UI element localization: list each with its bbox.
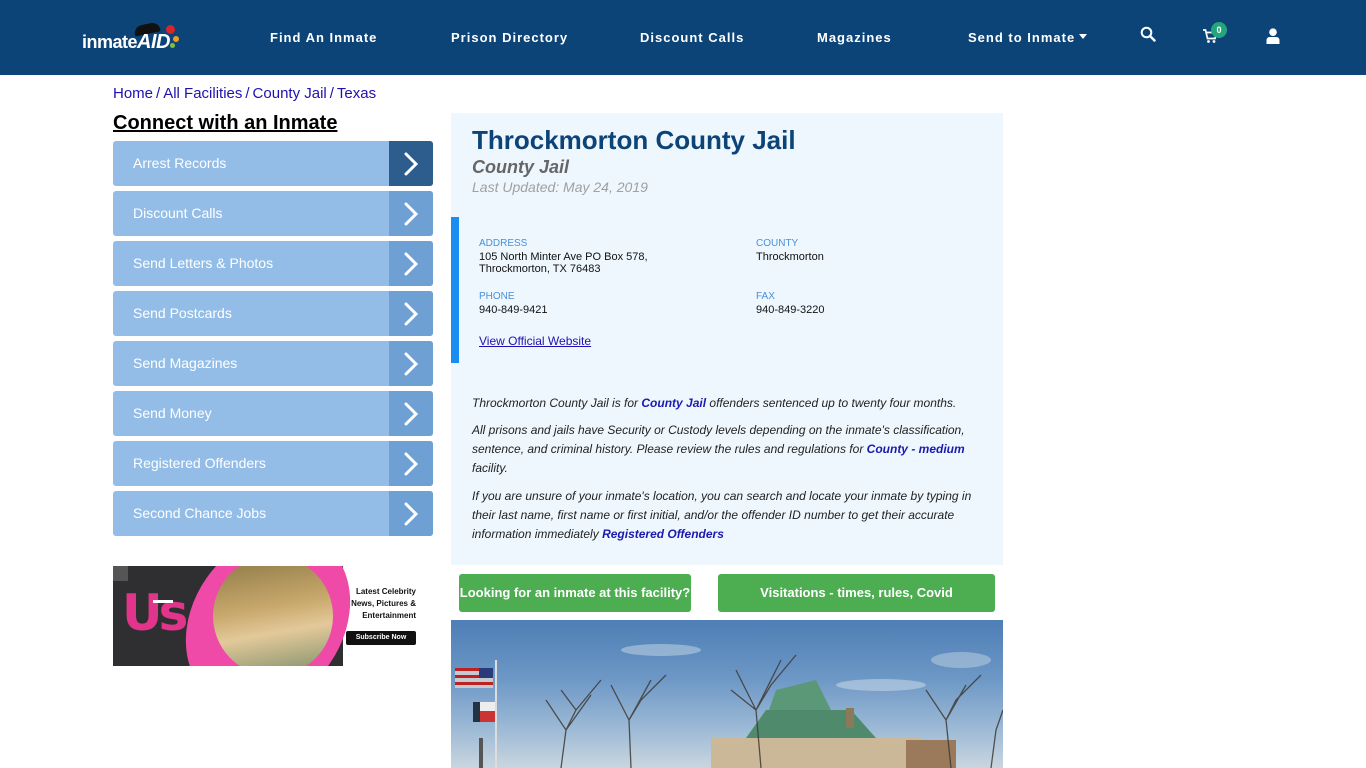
description-paragraph-1: Throckmorton County Jail is for County J…: [472, 394, 982, 413]
breadcrumb-separator: /: [329, 85, 334, 102]
breadcrumb-texas[interactable]: Texas: [337, 85, 376, 102]
ad-line: Entertainment: [362, 611, 416, 620]
logo-leaf-icon: [170, 43, 175, 48]
sidebar-item-send-magazines[interactable]: Send Magazines: [113, 341, 433, 386]
text: offenders sentenced up to twenty four mo…: [706, 396, 957, 410]
breadcrumb-separator: /: [156, 85, 161, 102]
nav-magazines[interactable]: Magazines: [817, 30, 892, 45]
description-paragraph-3: If you are unsure of your inmate's locat…: [472, 487, 982, 544]
chevron-right-icon: [389, 291, 433, 336]
address-line-2: Throckmorton, TX 76483: [479, 263, 601, 275]
text: facility.: [472, 461, 508, 475]
site-header: inmateAID Find An Inmate Prison Director…: [0, 0, 1366, 75]
ad-line: News, Pictures &: [351, 599, 416, 608]
sidebar-item-discount-calls[interactable]: Discount Calls: [113, 191, 433, 236]
facility-type: County Jail: [472, 157, 570, 177]
sidebar-title: Connect with an Inmate: [113, 112, 338, 134]
ad-brand-subtitle: [153, 600, 173, 603]
ad-headline: Latest Celebrity News, Pictures & Entert…: [351, 586, 416, 622]
nav-send-to-inmate-label: Send to Inmate: [968, 30, 1076, 45]
sidebar-item-send-postcards[interactable]: Send Postcards: [113, 291, 433, 336]
county-medium-link[interactable]: County - medium: [867, 442, 965, 456]
sidebar-item-label: Discount Calls: [133, 205, 223, 221]
ad-corner-decoration: [113, 566, 128, 581]
fax-value: 940-849-3220: [756, 304, 825, 316]
ad-subscribe-button[interactable]: Subscribe Now: [346, 631, 416, 645]
registered-offenders-link[interactable]: Registered Offenders: [602, 527, 724, 541]
sidebar-item-registered-offenders[interactable]: Registered Offenders: [113, 441, 433, 486]
logo-text: inmateAID: [82, 31, 170, 53]
last-updated: Last Updated: May 24, 2019: [472, 179, 648, 195]
breadcrumb-home[interactable]: Home: [113, 85, 153, 102]
sidebar-item-label: Send Money: [133, 405, 212, 421]
logo-leaf-icon: [173, 36, 179, 42]
sidebar-item-send-letters-photos[interactable]: Send Letters & Photos: [113, 241, 433, 286]
description-paragraph-2: All prisons and jails have Security or C…: [472, 421, 982, 478]
facility-photo: [451, 620, 1003, 768]
sidebar-item-label: Send Postcards: [133, 305, 232, 321]
chevron-right-icon: [389, 341, 433, 386]
breadcrumb-separator: /: [245, 85, 250, 102]
nav-find-an-inmate[interactable]: Find An Inmate: [270, 30, 377, 45]
county-label: COUNTY: [756, 238, 799, 249]
breadcrumb: Home / All Facilities / County Jail / Texas: [113, 85, 376, 102]
cart-count-badge: 0: [1211, 22, 1227, 38]
phone-label: PHONE: [479, 291, 515, 302]
chevron-right-icon: [389, 491, 433, 536]
sidebar-item-send-money[interactable]: Send Money: [113, 391, 433, 436]
county-jail-link[interactable]: County Jail: [641, 396, 706, 410]
address-value: 105 North Minter Ave PO Box 578, Throckm…: [479, 251, 648, 275]
caret-down-icon: [1079, 34, 1088, 40]
info-accent-bar: [451, 217, 459, 363]
county-value: Throckmorton: [756, 251, 824, 263]
address-label: ADDRESS: [479, 238, 528, 249]
sidebar-menu: Arrest Records Discount Calls Send Lette…: [113, 141, 433, 541]
sidebar-item-label: Registered Offenders: [133, 455, 266, 471]
facility-title: Throckmorton County Jail: [472, 125, 796, 155]
find-inmate-at-facility-button[interactable]: Looking for an inmate at this facility?: [459, 574, 691, 612]
sidebar-item-label: Send Letters & Photos: [133, 255, 274, 271]
ad-brand-logo: Us: [122, 584, 188, 642]
chevron-right-icon: [389, 391, 433, 436]
facility-panel: Throckmorton County Jail County Jail Las…: [451, 113, 1003, 565]
chevron-right-icon: [389, 141, 433, 186]
inmateaid-logo[interactable]: inmateAID: [82, 21, 182, 54]
breadcrumb-county-jail[interactable]: County Jail: [253, 85, 327, 102]
nav-discount-calls[interactable]: Discount Calls: [640, 30, 744, 45]
sidebar-item-label: Second Chance Jobs: [133, 505, 267, 521]
sidebar-item-label: Send Magazines: [133, 355, 238, 371]
user-icon[interactable]: [1266, 28, 1286, 48]
chevron-right-icon: [389, 241, 433, 286]
ad-line: Latest Celebrity: [355, 587, 416, 596]
nav-send-to-inmate[interactable]: Send to Inmate: [968, 30, 1088, 45]
text: Throckmorton County Jail is for: [472, 396, 642, 410]
breadcrumb-all-facilities[interactable]: All Facilities: [163, 85, 242, 102]
sidebar-item-label: Arrest Records: [133, 155, 227, 171]
visitations-button[interactable]: Visitations - times, rules, Covid cancel…: [718, 574, 995, 638]
chevron-right-icon: [389, 191, 433, 236]
courthouse-illustration: [455, 644, 1003, 768]
official-website-link[interactable]: View Official Website: [479, 334, 591, 348]
nav-prison-directory[interactable]: Prison Directory: [451, 30, 568, 45]
sidebar-item-arrest-records[interactable]: Arrest Records: [113, 141, 433, 186]
search-icon[interactable]: [1140, 26, 1160, 46]
fax-label: FAX: [756, 291, 775, 302]
us-weekly-ad-banner[interactable]: Us Latest Celebrity News, Pictures & Ent…: [113, 566, 430, 666]
phone-value: 940-849-9421: [479, 304, 548, 316]
chevron-right-icon: [389, 441, 433, 486]
address-line-1: 105 North Minter Ave PO Box 578,: [479, 251, 648, 263]
sidebar-item-second-chance-jobs[interactable]: Second Chance Jobs: [113, 491, 433, 536]
